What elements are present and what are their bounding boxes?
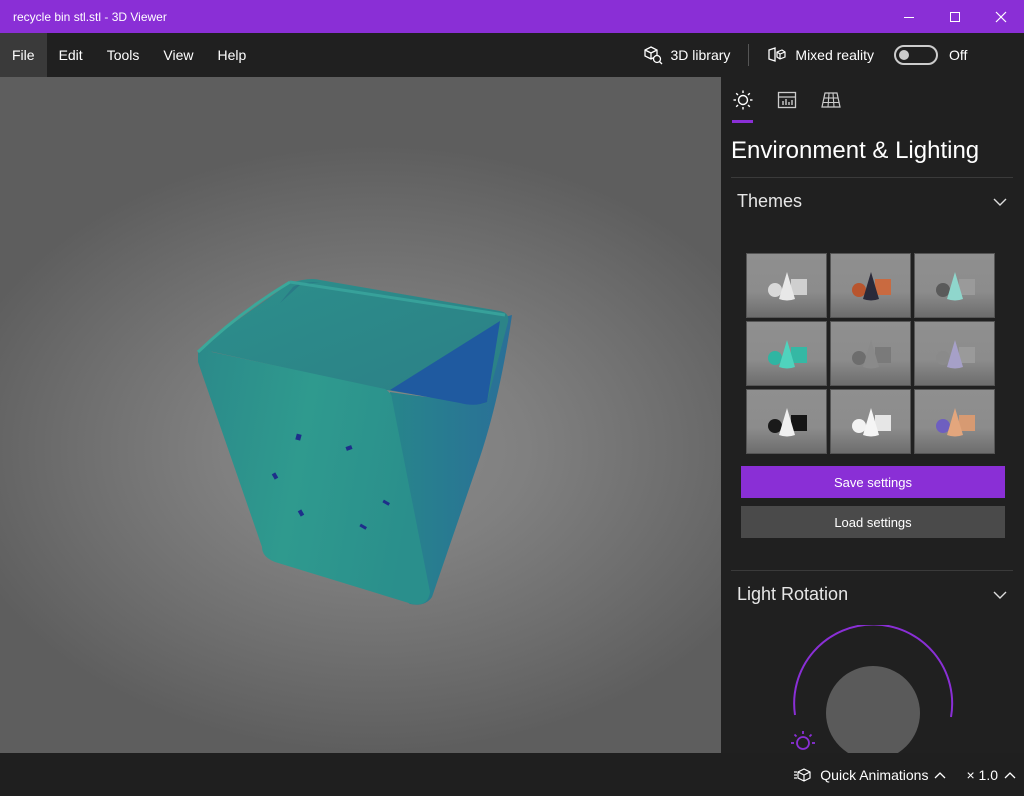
theme-thumbnail-warm-contrast[interactable] <box>830 253 911 318</box>
menu-file[interactable]: File <box>0 33 47 77</box>
theme-thumbnail-lavender[interactable] <box>914 321 995 386</box>
themes-label: Themes <box>737 191 803 211</box>
theme-thumbnail-teal-green[interactable] <box>746 321 827 386</box>
animation-speed-button[interactable]: × 1.0 <box>966 767 1016 783</box>
3d-viewport[interactable] <box>0 77 721 753</box>
menu-tools[interactable]: Tools <box>95 33 152 77</box>
theme-preview-icon <box>768 272 807 301</box>
toolbar-divider <box>748 44 750 66</box>
theme-preview-icon <box>768 340 807 369</box>
minimize-icon <box>904 16 914 18</box>
grid-icon <box>821 92 841 108</box>
chevron-down-icon <box>993 198 1007 206</box>
quick-animations-button[interactable]: Quick Animations <box>794 767 946 783</box>
maximize-button[interactable] <box>932 0 978 33</box>
tab-stats-shading[interactable] <box>776 89 798 111</box>
menu-bar: File Edit Tools View Help 3D library Mix… <box>0 33 1024 77</box>
chevron-up-icon <box>1004 771 1016 778</box>
recycle-bin-model <box>196 279 512 605</box>
close-icon <box>995 11 1007 22</box>
theme-preview-icon <box>852 408 891 437</box>
minimize-button[interactable] <box>886 0 932 33</box>
theme-preview-icon <box>936 272 975 301</box>
animation-speed-label: × 1.0 <box>966 766 998 783</box>
theme-thumbnail-dark-grey[interactable] <box>830 321 911 386</box>
close-button[interactable] <box>978 0 1024 33</box>
status-bar: Quick Animations × 1.0 <box>0 753 1024 796</box>
sun-icon <box>733 90 753 110</box>
theme-preview-icon <box>936 408 975 437</box>
3d-library-icon <box>643 46 662 65</box>
theme-preview-icon <box>852 340 891 369</box>
tab-environment-lighting[interactable] <box>732 89 754 111</box>
theme-thumbnail-light-neutral[interactable] <box>746 253 827 318</box>
panel-tabs <box>732 89 842 111</box>
animation-icon <box>794 767 811 782</box>
3d-library-label: 3D library <box>670 47 731 63</box>
window-title: recycle bin stl.stl - 3D Viewer <box>13 9 167 24</box>
theme-preview-icon <box>768 408 807 437</box>
tab-grid-views[interactable] <box>820 89 842 111</box>
theme-thumbnail-white[interactable] <box>830 389 911 454</box>
active-tab-indicator <box>732 120 753 123</box>
toggle-knob <box>899 50 909 60</box>
theme-thumbnail-peach-violet[interactable] <box>914 389 995 454</box>
mixed-reality-button[interactable]: Mixed reality <box>757 33 884 77</box>
chevron-up-icon <box>935 771 946 778</box>
panel-title: Environment & Lighting <box>731 137 980 164</box>
section-divider <box>731 570 1013 571</box>
chevron-down-icon <box>993 591 1007 599</box>
theme-preview-icon <box>936 340 975 369</box>
mixed-reality-icon <box>768 47 787 62</box>
save-settings-button[interactable]: Save settings <box>741 466 1005 498</box>
quick-animations-label: Quick Animations <box>820 766 929 783</box>
section-divider <box>731 177 1013 178</box>
mixed-reality-toggle[interactable] <box>894 45 938 65</box>
3d-library-button[interactable]: 3D library <box>633 33 741 77</box>
theme-thumbnail-black-white[interactable] <box>746 389 827 454</box>
sun-handle-icon[interactable] <box>791 731 815 750</box>
theme-preview-icon <box>852 272 891 301</box>
light-rotation-section-header[interactable]: Light Rotation <box>737 584 1007 605</box>
stats-icon <box>777 91 797 109</box>
load-settings-button[interactable]: Load settings <box>741 506 1005 538</box>
mixed-reality-label: Mixed reality <box>795 47 874 63</box>
mixed-reality-state: Off <box>949 47 968 63</box>
light-rotation-sphere <box>826 666 920 753</box>
theme-thumbnail-teal-grey[interactable] <box>914 253 995 318</box>
light-rotation-label: Light Rotation <box>737 584 849 604</box>
themes-grid <box>746 253 995 454</box>
light-rotation-dial[interactable] <box>781 625 971 753</box>
maximize-icon <box>950 11 960 22</box>
menu-view[interactable]: View <box>151 33 205 77</box>
environment-panel: Environment & Lighting Themes Save setti… <box>721 77 1024 753</box>
title-bar: recycle bin stl.stl - 3D Viewer <box>0 0 1024 33</box>
themes-section-header[interactable]: Themes <box>737 191 1007 212</box>
menu-edit[interactable]: Edit <box>47 33 95 77</box>
menu-help[interactable]: Help <box>205 33 258 77</box>
